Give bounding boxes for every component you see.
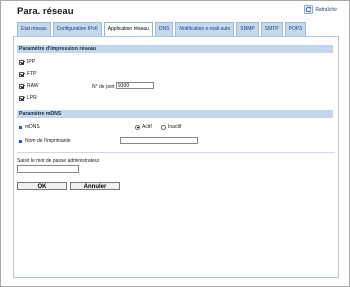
refresh-link[interactable]: Rafraîchir: [304, 5, 337, 14]
bullet-icon: [19, 125, 22, 129]
ipp-label: IPP: [27, 59, 36, 65]
mdns-active-label: Actif: [142, 124, 152, 130]
ipp-checkbox[interactable]: IPP: [19, 59, 35, 65]
raw-label: RAW: [27, 83, 39, 89]
port-number-label: N° de port: [92, 84, 115, 90]
printer-name-input[interactable]: [120, 137, 198, 144]
print-settings-header: Paramètre d'impression réseau: [17, 45, 333, 53]
tab-bar: Etat réseau Configuration IPv6 Applicati…: [17, 22, 308, 37]
ok-button[interactable]: OK: [17, 182, 67, 190]
checkbox-checked-icon: [19, 59, 24, 65]
admin-password-input[interactable]: [17, 165, 79, 173]
page-frame: Para. réseau Rafraîchir Etat réseau Conf…: [0, 0, 350, 287]
mdns-header: Paramètre mDNS: [17, 110, 333, 118]
tab-etat-reseau[interactable]: Etat réseau: [17, 22, 51, 36]
content-panel: [13, 36, 339, 278]
printer-name-label: Nom de l'imprimante: [25, 138, 71, 144]
ftp-label: FTP: [27, 71, 37, 77]
printer-name-row-label: Nom de l'imprimante: [19, 138, 71, 144]
page-title: Para. réseau: [17, 6, 74, 17]
tab-notification-email[interactable]: Notification e-mail auto: [175, 22, 235, 36]
divider: [17, 152, 335, 153]
ftp-checkbox[interactable]: FTP: [19, 71, 36, 77]
mdns-inactive-label: Inactif: [168, 124, 182, 130]
radio-unselected-icon: [161, 124, 166, 130]
raw-checkbox[interactable]: RAW: [19, 83, 38, 89]
tab-pop3[interactable]: POP3: [284, 22, 306, 36]
radio-selected-icon: [135, 124, 140, 130]
refresh-label: Rafraîchir: [315, 6, 337, 13]
tab-snmp[interactable]: SNMP: [236, 22, 259, 36]
tab-dns[interactable]: DNS: [154, 22, 174, 36]
checkbox-checked-icon: [19, 95, 24, 101]
checkbox-checked-icon: [19, 71, 24, 77]
cancel-button[interactable]: Annuler: [70, 182, 120, 190]
bullet-icon: [19, 139, 22, 143]
tab-configuration-ipv6[interactable]: Configuration IPv6: [52, 22, 102, 36]
tab-smtp[interactable]: SMTP: [260, 22, 283, 36]
port-number-input[interactable]: 9100: [116, 82, 154, 89]
checkbox-checked-icon: [19, 83, 24, 89]
lpr-checkbox[interactable]: LPR: [19, 95, 37, 101]
mdns-inactive-radio[interactable]: Inactif: [161, 124, 181, 130]
admin-password-label: Saisir le mot de passe administrateur: [17, 158, 100, 164]
mdns-label: mDNS: [25, 124, 40, 130]
mdns-row-label: mDNS: [19, 124, 40, 130]
lpr-label: LPR: [27, 95, 37, 101]
refresh-icon: [304, 5, 314, 14]
mdns-active-radio[interactable]: Actif: [135, 124, 152, 130]
tab-application-reseau[interactable]: Application réseau: [103, 22, 153, 37]
